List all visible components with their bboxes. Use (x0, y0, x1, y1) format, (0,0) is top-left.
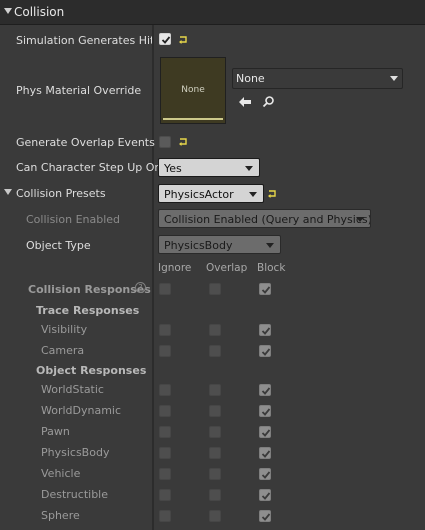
response-ignore-checkbox[interactable] (159, 405, 171, 417)
section-title: Collision (14, 5, 65, 19)
step-up-label: Can Character Step Up On (16, 161, 162, 174)
object-type-combo[interactable]: PhysicsBody (158, 235, 281, 254)
object-type-label: Object Type (26, 239, 91, 252)
browse-magnifier-icon[interactable] (262, 95, 275, 108)
collision-enabled-combo[interactable]: Collision Enabled (Query and Physics) (158, 209, 371, 228)
response-overlap-checkbox[interactable] (209, 468, 221, 480)
chevron-down-icon (266, 243, 274, 248)
chevron-down-icon (249, 192, 257, 197)
overlap-events-label: Generate Overlap Events (16, 136, 155, 149)
thumbnail-bar (163, 118, 223, 120)
column-overlap: Overlap (206, 262, 248, 274)
column-block: Block (257, 262, 286, 274)
all-overlap-checkbox[interactable] (209, 283, 221, 295)
all-block-checkbox[interactable] (259, 283, 271, 295)
response-block-checkbox[interactable] (259, 489, 271, 501)
response-row-label: Destructible (41, 488, 108, 501)
response-overlap-checkbox[interactable] (209, 324, 221, 336)
material-thumbnail[interactable]: None (160, 57, 226, 124)
response-ignore-checkbox[interactable] (159, 384, 171, 396)
response-overlap-checkbox[interactable] (209, 489, 221, 501)
response-row-label: Vehicle (41, 467, 81, 480)
response-block-checkbox[interactable] (259, 384, 271, 396)
response-overlap-checkbox[interactable] (209, 405, 221, 417)
response-overlap-checkbox[interactable] (209, 510, 221, 522)
sim-hit-label: Simulation Generates Hit Events (16, 34, 152, 47)
reset-to-default-icon[interactable] (268, 189, 277, 198)
collapse-arrow-icon[interactable] (4, 8, 12, 14)
collision-enabled-label: Collision Enabled (26, 213, 121, 226)
response-ignore-checkbox[interactable] (159, 345, 171, 357)
sim-hit-checkbox[interactable] (159, 33, 171, 45)
response-block-checkbox[interactable] (259, 405, 271, 417)
response-block-checkbox[interactable] (259, 426, 271, 438)
response-row-label: PhysicsBody (41, 446, 110, 459)
object-responses-label: Object Responses (36, 364, 147, 377)
response-ignore-checkbox[interactable] (159, 447, 171, 459)
response-ignore-checkbox[interactable] (159, 510, 171, 522)
response-block-checkbox[interactable] (259, 468, 271, 480)
material-combo-value: None (236, 72, 265, 85)
response-row-label: Sphere (41, 509, 80, 522)
help-icon[interactable]: ? (135, 282, 146, 293)
all-ignore-checkbox[interactable] (159, 283, 171, 295)
response-block-checkbox[interactable] (259, 447, 271, 459)
response-ignore-checkbox[interactable] (159, 468, 171, 480)
response-row-label: WorldDynamic (41, 404, 122, 417)
response-ignore-checkbox[interactable] (159, 489, 171, 501)
collision-responses-label: Collision Responses (28, 283, 151, 296)
collision-enabled-value: Collision Enabled (Query and Physics) (164, 213, 371, 226)
step-up-combo[interactable]: Yes (158, 158, 260, 177)
trace-responses-label: Trace Responses (36, 304, 140, 317)
column-ignore: Ignore (158, 262, 192, 274)
presets-expand-arrow-icon[interactable] (4, 189, 12, 195)
response-row-label: WorldStatic (41, 383, 104, 396)
response-overlap-checkbox[interactable] (209, 384, 221, 396)
chevron-down-icon (245, 166, 253, 171)
collision-section-header[interactable]: Collision (0, 0, 425, 25)
response-overlap-checkbox[interactable] (209, 426, 221, 438)
presets-label: Collision Presets (16, 187, 106, 200)
phys-material-label: Phys Material Override (16, 84, 142, 97)
presets-combo[interactable]: PhysicsActor (158, 184, 264, 203)
chevron-down-icon (390, 76, 398, 81)
material-thumbnail-text: None (181, 85, 205, 95)
step-up-value: Yes (164, 162, 182, 175)
chevron-down-icon (356, 217, 364, 222)
use-selected-arrow-icon[interactable] (238, 96, 252, 108)
material-asset-combo[interactable]: None (232, 68, 403, 89)
overlap-events-checkbox[interactable] (159, 136, 171, 148)
response-block-checkbox[interactable] (259, 345, 271, 357)
column-divider[interactable] (152, 25, 154, 530)
response-block-checkbox[interactable] (259, 324, 271, 336)
object-type-value: PhysicsBody (164, 239, 233, 252)
response-ignore-checkbox[interactable] (159, 426, 171, 438)
response-row-label: Pawn (41, 425, 70, 438)
response-ignore-checkbox[interactable] (159, 324, 171, 336)
reset-to-default-icon[interactable] (179, 137, 188, 146)
response-row-label: Visibility (41, 323, 88, 336)
response-block-checkbox[interactable] (259, 510, 271, 522)
response-overlap-checkbox[interactable] (209, 447, 221, 459)
reset-to-default-icon[interactable] (179, 35, 188, 44)
response-overlap-checkbox[interactable] (209, 345, 221, 357)
response-row-label: Camera (41, 344, 85, 357)
presets-value: PhysicsActor (164, 188, 234, 201)
